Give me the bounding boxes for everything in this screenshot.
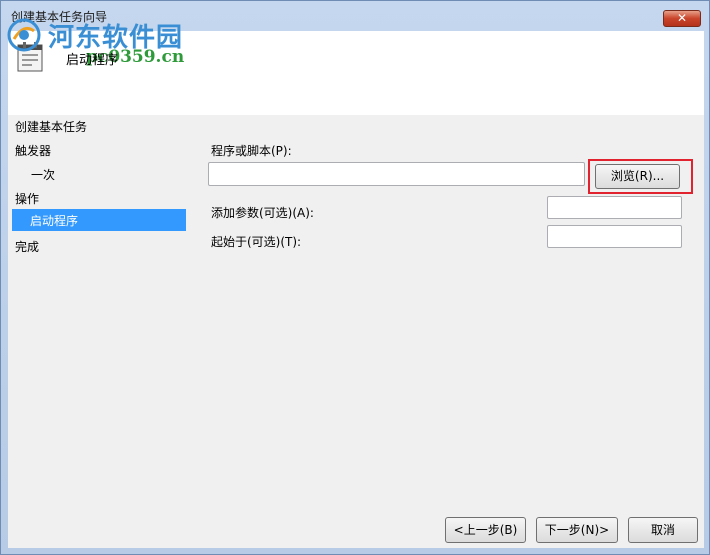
nav-heading[interactable]: 创建基本任务 (15, 118, 87, 135)
next-button[interactable]: 下一步(N)> (536, 517, 618, 543)
program-input[interactable] (208, 162, 585, 186)
args-label: 添加参数(可选)(A): (211, 206, 314, 220)
page-title: 启动程序 (66, 53, 119, 68)
args-input[interactable] (547, 196, 682, 219)
wizard-header: 河东软件园 pc0359.cn 启动程序 (7, 18, 704, 115)
highlight-box (588, 159, 693, 194)
cancel-button[interactable]: 取消 (628, 517, 698, 543)
close-button[interactable]: ✕ (663, 10, 701, 27)
wizard-body: 创建基本任务 触发器 一次 操作 启动程序 完成 程序或脚本(P): 浏览(R)… (8, 115, 704, 548)
watermark-logo-icon (7, 18, 41, 52)
nav-item-action[interactable]: 操作 (15, 190, 39, 207)
nav-item-finish[interactable]: 完成 (15, 238, 39, 255)
back-button[interactable]: <上一步(B) (445, 517, 526, 543)
nav-item-once[interactable]: 一次 (31, 166, 55, 183)
nav-item-trigger[interactable]: 触发器 (15, 142, 51, 159)
wizard-window: 创建基本任务向导 ✕ 河东软件园 pc0359.cn 启动程序 创建基本任务 触… (0, 0, 710, 555)
nav-item-start-program[interactable]: 启动程序 (12, 209, 186, 231)
nav-item-label: 启动程序 (30, 214, 79, 228)
start-in-label: 起始于(可选)(T): (211, 235, 302, 249)
program-label: 程序或脚本(P): (211, 144, 292, 158)
start-in-input[interactable] (547, 225, 682, 248)
